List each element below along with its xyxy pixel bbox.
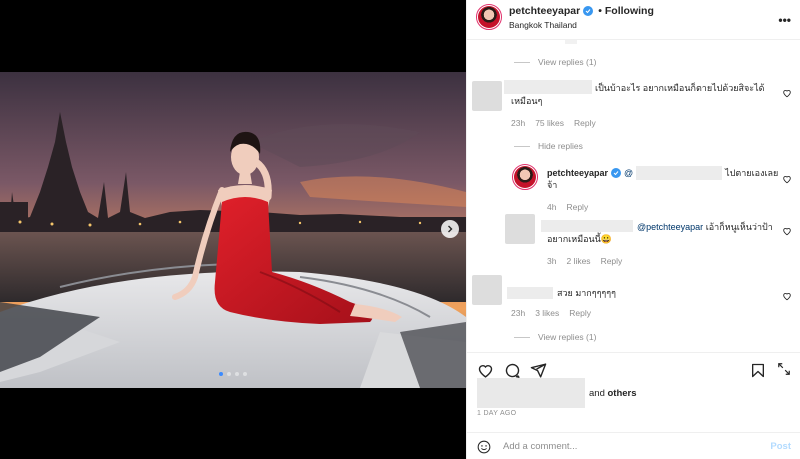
- carousel-dot: [243, 372, 247, 376]
- replies-line: [514, 61, 530, 63]
- carousel-dot: [235, 372, 239, 376]
- reply-author-avatar[interactable]: [512, 164, 538, 190]
- verified-badge-icon: [611, 168, 622, 178]
- comment-likes[interactable]: 75 likes: [535, 118, 564, 128]
- reply-mention[interactable]: @petchteeyapar: [637, 222, 703, 232]
- post-media: [0, 0, 466, 459]
- redacted-username: [504, 80, 592, 94]
- commenter-avatar[interactable]: [472, 275, 502, 305]
- reply-button[interactable]: Reply: [574, 118, 596, 128]
- reply-button[interactable]: Reply: [566, 202, 588, 212]
- replies-line: [514, 145, 530, 147]
- replies-line: [514, 336, 530, 338]
- view-replies-label: View replies (1): [538, 332, 597, 342]
- comment-text: สวย มากๆๆๆๆๆ: [557, 288, 616, 298]
- photo-scene: [0, 72, 466, 388]
- redacted-username: [507, 287, 553, 299]
- redacted-username: [541, 220, 633, 232]
- comment-like-icon[interactable]: [782, 291, 792, 301]
- comment-time: 23h: [511, 308, 526, 318]
- reply-text: ไปตายเองเลย: [725, 167, 779, 178]
- view-replies-button[interactable]: View replies (1): [514, 57, 596, 67]
- post-time-ago: 1 DAY AGO: [477, 410, 517, 417]
- comment-input[interactable]: Add a comment...: [503, 441, 577, 452]
- comment-like-icon[interactable]: [782, 174, 792, 184]
- carousel-dot: [219, 372, 223, 376]
- comment-icon[interactable]: [504, 362, 521, 379]
- hide-replies-label: Hide replies: [538, 141, 583, 151]
- comment-text: เป็นบ้าอะไร อยากเหมือนก็ตายไปด้วยสิจะได้: [595, 83, 765, 93]
- redacted-mention: [636, 166, 723, 180]
- reply-meta: 4h Reply: [547, 202, 588, 212]
- comment-like-icon[interactable]: [782, 226, 792, 236]
- comment-meta: 23h 75 likes Reply: [511, 118, 596, 128]
- reply-mention[interactable]: @: [624, 167, 633, 180]
- post-comment-button[interactable]: Post: [770, 441, 791, 452]
- verified-badge-icon: [583, 6, 594, 16]
- emoji-icon[interactable]: [477, 440, 491, 454]
- comment-like-icon[interactable]: [782, 88, 792, 98]
- hide-replies-button[interactable]: Hide replies: [514, 141, 583, 151]
- likes-text[interactable]: and others: [589, 388, 637, 399]
- add-comment-bar: Add a comment... Post: [467, 432, 800, 459]
- header-separator: •: [598, 5, 602, 17]
- reply-username[interactable]: petchteeyapar: [547, 167, 608, 180]
- carousel-dot: [227, 372, 231, 376]
- post-photo[interactable]: [0, 72, 466, 388]
- carousel-indicator: [0, 372, 466, 376]
- following-button[interactable]: Following: [605, 5, 654, 17]
- post-side-panel: petchteeyapar • Following Bangkok Thaila…: [466, 0, 800, 459]
- reply-header: petchteeyapar @ ไปตายเองเลย: [547, 166, 778, 180]
- fullscreen-icon[interactable]: [777, 362, 791, 376]
- commenter-avatar[interactable]: [472, 81, 502, 111]
- reply-meta: 3h 2 likes Reply: [547, 256, 622, 266]
- likes-summary: and others: [477, 378, 637, 408]
- bookmark-icon[interactable]: [750, 362, 766, 379]
- reply-line: @petchteeyapar เอ้าก็หนูเห็นว่าป้า: [637, 221, 773, 234]
- post-location[interactable]: Bangkok Thailand: [509, 20, 577, 30]
- reply-time: 4h: [547, 202, 557, 212]
- comment-time: 23h: [511, 118, 526, 128]
- author-avatar[interactable]: [476, 4, 502, 30]
- reply-text: เอ้าก็หนูเห็นว่าป้า: [705, 222, 773, 232]
- reply-time: 3h: [547, 256, 557, 266]
- heart-icon[interactable]: [477, 362, 494, 379]
- likes-and: and: [589, 387, 605, 399]
- commenter-avatar[interactable]: [505, 214, 535, 244]
- partial-text: [565, 40, 577, 44]
- author-info: petchteeyapar • Following: [509, 5, 654, 17]
- likes-others: others: [607, 387, 637, 399]
- comment-meta: 23h 3 likes Reply: [511, 308, 591, 318]
- reply-likes[interactable]: 2 likes: [566, 256, 590, 266]
- post-header: petchteeyapar • Following Bangkok Thaila…: [467, 0, 800, 40]
- comment-likes[interactable]: 3 likes: [535, 308, 559, 318]
- author-username[interactable]: petchteeyapar: [509, 5, 580, 17]
- chevron-right-icon: [448, 225, 453, 233]
- view-replies-label: View replies (1): [538, 57, 597, 67]
- reply-button[interactable]: Reply: [601, 256, 623, 266]
- reply-button[interactable]: Reply: [569, 308, 591, 318]
- carousel-next-button[interactable]: [441, 220, 459, 238]
- share-icon[interactable]: [530, 362, 547, 379]
- reply-text-cont: จ้า: [547, 180, 558, 190]
- redacted-liked-by: [477, 378, 585, 408]
- more-options-icon[interactable]: •••: [778, 13, 791, 27]
- comment-text-cont: เหมือนๆ: [511, 96, 543, 106]
- view-replies-button[interactable]: View replies (1): [514, 332, 596, 342]
- reply-text-cont: อยากเหมือนนี้😀: [547, 234, 613, 244]
- comments-list[interactable]: View replies (1) เป็นบ้าอะไร อยากเหมือนก…: [467, 40, 800, 352]
